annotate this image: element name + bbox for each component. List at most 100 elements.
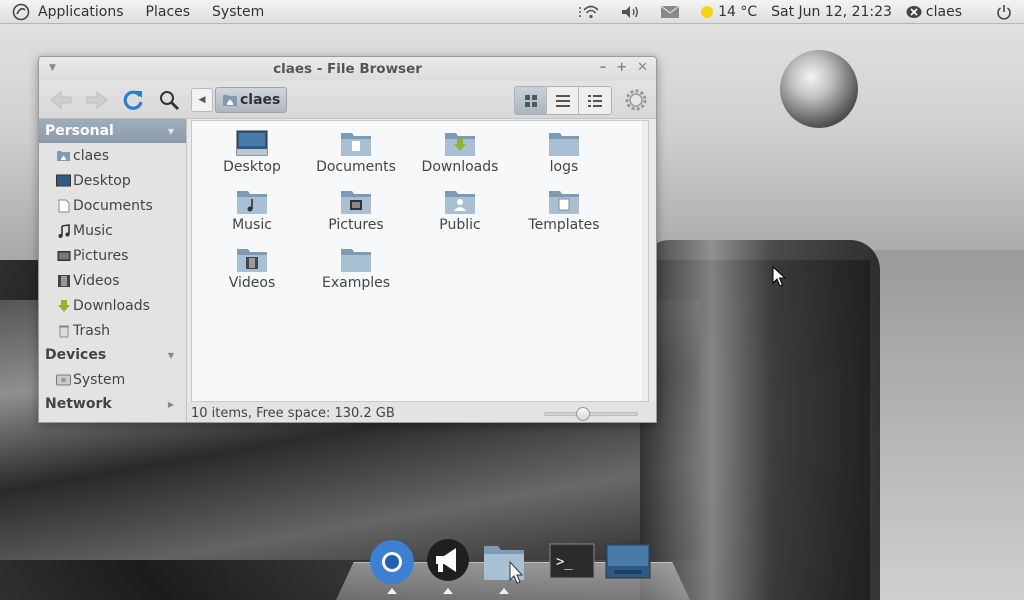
trash-icon	[56, 323, 71, 338]
user-name[interactable]: claes	[926, 4, 962, 20]
window-titlebar[interactable]: ▼ claes - File Browser – + ✕	[39, 57, 656, 81]
folder-desktop[interactable]: Desktop	[200, 129, 304, 185]
folder-downloads[interactable]: Downloads	[408, 129, 512, 185]
terminal-icon[interactable]: >_	[548, 538, 596, 586]
sidebar-item-claes[interactable]: claes	[39, 143, 186, 168]
sidebar-item-documents[interactable]: Documents	[39, 193, 186, 218]
menu-applications[interactable]: Applications	[38, 4, 124, 20]
folder-examples[interactable]: Examples	[304, 245, 408, 301]
desktop-folder-icon	[236, 130, 268, 156]
folder-logs[interactable]: logs	[512, 129, 616, 185]
path-scroll-left-button[interactable]: ◀	[191, 87, 213, 112]
harddisk-icon	[56, 372, 71, 387]
mail-icon[interactable]	[660, 5, 680, 19]
sidebar-item-label: Pictures	[73, 247, 129, 264]
weather-temperature[interactable]: 14 °C	[718, 4, 757, 20]
menu-logo-icon[interactable]	[12, 3, 30, 21]
section-label: Network	[45, 396, 112, 412]
folder-icon	[549, 133, 579, 156]
file-browser-window: ▼ claes - File Browser – + ✕ ◀ claes Per…	[38, 56, 657, 423]
sidebar: Personal ▼ claes Desktop Documents Music…	[39, 119, 187, 422]
public-folder-icon	[445, 191, 475, 214]
maximize-button[interactable]: +	[616, 60, 627, 75]
file-label: Music	[232, 217, 272, 233]
svg-text:>_: >_	[556, 554, 573, 570]
file-label: Documents	[316, 159, 396, 175]
sidebar-item-desktop[interactable]: Desktop	[39, 168, 186, 193]
list-view-button[interactable]	[547, 87, 579, 114]
view-switcher	[514, 86, 612, 115]
minimize-button[interactable]: –	[600, 60, 607, 75]
user-status-icon[interactable]	[906, 5, 922, 19]
file-label: Desktop	[223, 159, 281, 175]
window-menu-icon[interactable]: ▼	[49, 63, 56, 73]
sidebar-item-music[interactable]: Music	[39, 218, 186, 243]
sidebar-section-devices[interactable]: Devices ▼	[39, 343, 186, 367]
refresh-icon[interactable]	[119, 86, 147, 114]
network-wireless-icon[interactable]	[578, 4, 600, 20]
folder-documents[interactable]: Documents	[304, 129, 408, 185]
picture-icon	[56, 248, 71, 263]
file-view: Desktop Documents Downloads logs Music P…	[191, 120, 649, 402]
music-folder-icon	[237, 191, 267, 214]
chevron-right-icon[interactable]: ▶	[168, 400, 174, 409]
menu-system[interactable]: System	[212, 4, 264, 20]
mouse-pointer-icon	[772, 266, 786, 287]
menu-places[interactable]: Places	[146, 4, 191, 20]
sidebar-item-pictures[interactable]: Pictures	[39, 243, 186, 268]
file-label: Examples	[321, 275, 391, 291]
pictures-folder-icon	[341, 191, 371, 214]
scrollbar[interactable]	[642, 121, 648, 401]
sidebar-section-network[interactable]: Network ▶	[39, 392, 186, 416]
forward-button[interactable]	[83, 86, 111, 114]
download-arrow-icon	[56, 298, 71, 313]
clock[interactable]: Sat Jun 12, 21:23	[771, 4, 892, 20]
folder-pictures[interactable]: Pictures	[304, 187, 408, 243]
back-button[interactable]	[47, 86, 75, 114]
zoom-slider-handle[interactable]	[575, 407, 590, 421]
downloads-folder-icon	[445, 133, 475, 156]
chevron-down-icon[interactable]: ▼	[168, 351, 174, 360]
show-desktop-icon[interactable]	[604, 538, 652, 586]
sidebar-item-label: Downloads	[73, 297, 150, 314]
path-button-home[interactable]: claes	[215, 86, 288, 113]
chevron-down-icon[interactable]: ▼	[168, 127, 174, 136]
status-text: 10 items, Free space: 130.2 GB	[191, 405, 395, 421]
folder-public[interactable]: Public	[408, 187, 512, 243]
film-icon	[56, 273, 71, 288]
sidebar-item-label: Documents	[73, 197, 153, 214]
sidebar-item-system[interactable]: System	[39, 367, 186, 392]
sidebar-item-trash[interactable]: Trash	[39, 318, 186, 343]
music-note-icon	[56, 223, 71, 238]
search-icon[interactable]	[155, 86, 183, 114]
section-label: Personal	[45, 123, 114, 139]
sidebar-item-downloads[interactable]: Downloads	[39, 293, 186, 318]
weather-sun-icon[interactable]	[700, 5, 714, 19]
file-label: Downloads	[421, 159, 499, 175]
close-button[interactable]: ✕	[637, 60, 648, 75]
file-browser-icon[interactable]	[480, 538, 528, 586]
volume-icon[interactable]	[620, 4, 640, 20]
file-label: Templates	[528, 217, 600, 233]
videos-folder-icon	[237, 249, 267, 272]
gwibber-icon[interactable]	[424, 538, 472, 586]
statusbar: 10 items, Free space: 130.2 GB	[187, 402, 656, 422]
sidebar-item-videos[interactable]: Videos	[39, 268, 186, 293]
folder-music[interactable]: Music	[200, 187, 304, 243]
gear-icon[interactable]	[624, 88, 648, 112]
folder-templates[interactable]: Templates	[512, 187, 616, 243]
water-droplet	[780, 50, 858, 128]
toolbar: ◀ claes	[39, 81, 656, 119]
folder-icon	[341, 249, 371, 272]
icon-view-button[interactable]	[515, 87, 547, 114]
power-icon[interactable]	[996, 4, 1012, 20]
compact-view-button[interactable]	[579, 87, 611, 114]
folder-videos[interactable]: Videos	[200, 245, 304, 301]
home-folder-icon	[56, 148, 71, 163]
sidebar-item-label: claes	[73, 147, 110, 164]
chromium-icon[interactable]	[368, 538, 416, 586]
zoom-slider[interactable]	[544, 407, 638, 421]
file-label: logs	[549, 159, 579, 175]
sidebar-section-personal[interactable]: Personal ▼	[39, 119, 186, 143]
sidebar-item-label: Desktop	[73, 172, 131, 189]
